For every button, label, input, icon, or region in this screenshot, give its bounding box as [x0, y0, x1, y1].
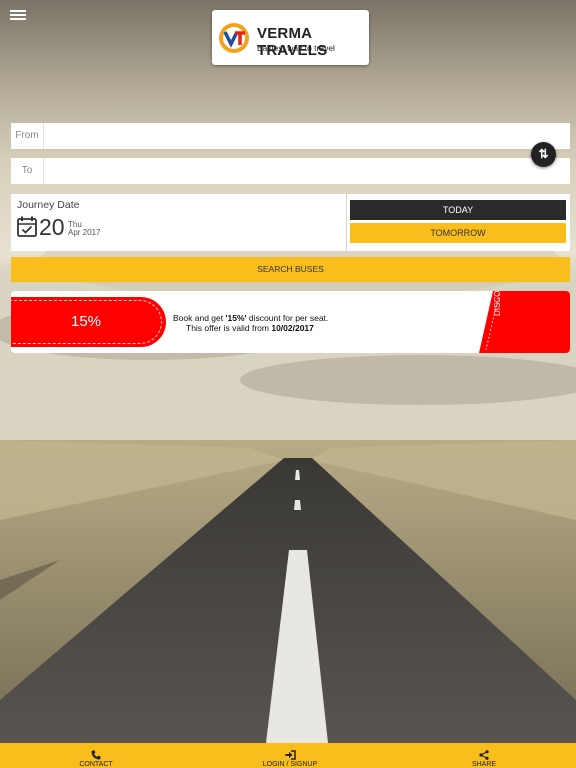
journey-month-year: Apr 2017 [68, 228, 101, 237]
journey-date-panel[interactable]: Journey Date 20 Thu Apr 2017 [11, 194, 346, 251]
brand-tagline: Easiest way to travel [257, 43, 335, 53]
quick-date-panel: TODAY TOMORROW [347, 194, 570, 251]
sign-in-icon [285, 750, 296, 760]
from-label: From [11, 123, 44, 149]
discount-label: DISCOUNT [493, 291, 502, 316]
today-button[interactable]: TODAY [350, 200, 566, 220]
offer-percent: 15% [70, 313, 102, 330]
hamburger-icon [10, 10, 26, 12]
login-signup-button[interactable]: LOGIN / SIGNUP [240, 743, 340, 768]
to-input[interactable] [45, 158, 565, 184]
offer-description: Book and get '15%' discount for per seat… [173, 313, 329, 323]
offer-validity: This offer is valid from 10/02/2017 [186, 323, 314, 333]
to-field: To [11, 158, 570, 184]
vt-logo-icon [219, 23, 249, 53]
to-label: To [11, 158, 44, 184]
bottom-nav: CONTACT LOGIN / SIGNUP SHARE [0, 743, 576, 768]
share-label: SHARE [471, 761, 497, 768]
contact-label: CONTACT [79, 761, 113, 768]
phone-icon [91, 750, 101, 760]
menu-button[interactable] [10, 8, 26, 22]
contact-button[interactable]: CONTACT [46, 743, 146, 768]
swap-vertical-icon: ⇅ [538, 147, 549, 161]
share-icon [479, 750, 489, 760]
offer-banner[interactable]: 15% Book and get '15%' discount for per … [11, 291, 570, 353]
share-button[interactable]: SHARE [434, 743, 534, 768]
tomorrow-button[interactable]: TOMORROW [350, 223, 566, 243]
login-signup-label: LOGIN / SIGNUP [262, 761, 318, 768]
journey-day: 20 [39, 214, 65, 240]
brand-logo: VERMA TRAVELS Easiest way to travel [212, 10, 369, 65]
brand-title: VERMA TRAVELS [257, 25, 328, 59]
calendar-check-icon [17, 216, 37, 237]
journey-date-title: Journey Date [17, 199, 80, 211]
from-field: From [11, 123, 570, 149]
from-input[interactable] [45, 123, 565, 149]
road-background-image [0, 0, 576, 768]
swap-locations-button[interactable]: ⇅ [531, 142, 556, 167]
search-buses-button[interactable]: SEARCH BUSES [11, 257, 570, 282]
offer-percent-badge: 15% [11, 297, 166, 347]
